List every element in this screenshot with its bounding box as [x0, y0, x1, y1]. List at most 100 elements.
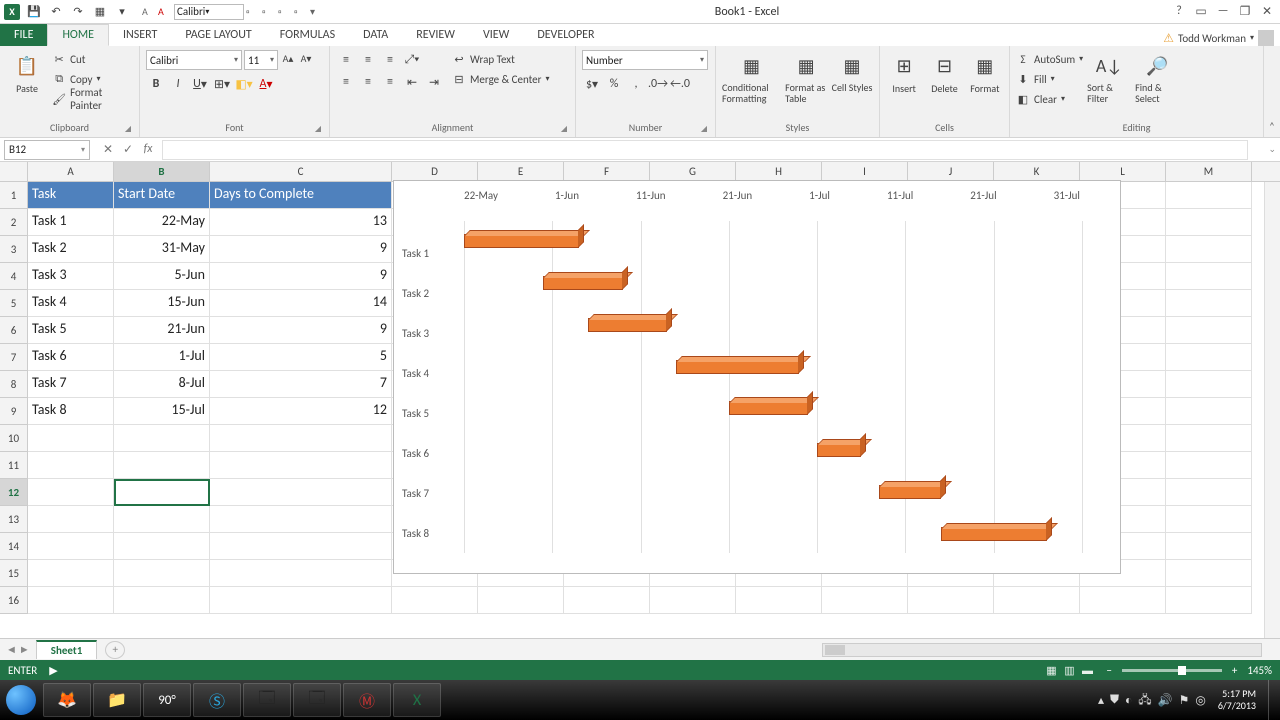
- conditional-formatting-button[interactable]: ▦Conditional Formatting: [722, 50, 781, 104]
- cell[interactable]: [114, 452, 210, 479]
- orientation-icon[interactable]: ⤢▾: [402, 50, 422, 70]
- cell[interactable]: [28, 560, 114, 587]
- decrease-indent-icon[interactable]: ⇤: [402, 72, 422, 92]
- align-bottom-icon[interactable]: ≡: [380, 50, 400, 70]
- qat-font-combo[interactable]: Calibri▾: [174, 4, 244, 20]
- cell[interactable]: [1166, 533, 1252, 560]
- tab-view[interactable]: VIEW: [469, 24, 523, 46]
- cell[interactable]: [28, 452, 114, 479]
- cell[interactable]: Task 7: [28, 371, 114, 398]
- fill-button[interactable]: ⬇Fill▾: [1016, 70, 1083, 88]
- increase-decimal-icon[interactable]: .0→: [648, 74, 668, 94]
- cell[interactable]: [1166, 452, 1252, 479]
- maximize-icon[interactable]: ❐: [1236, 4, 1254, 19]
- cell[interactable]: [478, 587, 564, 614]
- taskbar-firefox[interactable]: 🦊: [43, 683, 91, 717]
- cell[interactable]: [650, 587, 736, 614]
- format-painter-button[interactable]: 🖌Format Painter: [52, 90, 133, 108]
- merge-center-button[interactable]: ⊟Merge & Center▾: [452, 70, 550, 88]
- view-buttons[interactable]: ▦▥▬: [1042, 664, 1096, 677]
- cell[interactable]: 15-Jun: [114, 290, 210, 317]
- taskbar-weather[interactable]: 90°: [143, 683, 191, 717]
- cell[interactable]: [28, 506, 114, 533]
- cell[interactable]: Start Date: [114, 182, 210, 209]
- cell[interactable]: [1166, 344, 1252, 371]
- cell[interactable]: [1080, 587, 1166, 614]
- gantt-chart[interactable]: 22-May1-Jun11-Jun21-Jun1-Jul11-Jul21-Jul…: [393, 180, 1121, 574]
- cell[interactable]: 15-Jul: [114, 398, 210, 425]
- qat-button[interactable]: ▫: [262, 5, 276, 19]
- cell[interactable]: [114, 587, 210, 614]
- tray-up-icon[interactable]: ▴: [1098, 693, 1104, 708]
- increase-indent-icon[interactable]: ⇥: [424, 72, 444, 92]
- italic-button[interactable]: I: [168, 74, 188, 94]
- cancel-formula-icon[interactable]: ✕: [100, 142, 116, 157]
- gantt-bar[interactable]: [817, 443, 861, 457]
- save-icon[interactable]: 💾: [26, 4, 42, 20]
- zoom-in-icon[interactable]: +: [1232, 664, 1237, 677]
- cell[interactable]: 5: [210, 344, 392, 371]
- tray-icon[interactable]: ⛊: [1110, 693, 1119, 707]
- cell[interactable]: Task 2: [28, 236, 114, 263]
- tab-insert[interactable]: INSERT: [109, 24, 171, 46]
- gantt-bar[interactable]: [879, 485, 941, 499]
- name-box[interactable]: B12▾: [4, 140, 90, 160]
- dialog-launcher-icon[interactable]: ◢: [701, 124, 707, 134]
- taskbar-clock[interactable]: 5:17 PM6/7/2013: [1212, 688, 1262, 712]
- clear-button[interactable]: ◧Clear▾: [1016, 90, 1083, 108]
- column-header[interactable]: A: [28, 162, 114, 181]
- column-header[interactable]: B: [114, 162, 210, 181]
- cell[interactable]: 9: [210, 236, 392, 263]
- cell[interactable]: [114, 533, 210, 560]
- close-icon[interactable]: ✕: [1258, 4, 1276, 19]
- cell[interactable]: [114, 506, 210, 533]
- align-center-icon[interactable]: ≡: [358, 72, 378, 92]
- cell[interactable]: [210, 533, 392, 560]
- insert-function-icon[interactable]: fx: [140, 142, 156, 157]
- taskbar-app[interactable]: 🗔: [243, 683, 291, 717]
- font-name-combo[interactable]: Calibri▾: [146, 50, 242, 70]
- cell[interactable]: [210, 560, 392, 587]
- cell[interactable]: 7: [210, 371, 392, 398]
- cell[interactable]: [564, 587, 650, 614]
- cell[interactable]: 21-Jun: [114, 317, 210, 344]
- taskbar-excel[interactable]: X: [393, 683, 441, 717]
- decrease-decimal-icon[interactable]: ←.0: [670, 74, 690, 94]
- cell[interactable]: [1166, 263, 1252, 290]
- cell[interactable]: 12: [210, 398, 392, 425]
- cell[interactable]: 13: [210, 209, 392, 236]
- column-header[interactable]: G: [650, 162, 736, 181]
- tray-icon[interactable]: ◎: [1195, 693, 1205, 708]
- cell[interactable]: [114, 560, 210, 587]
- row-header[interactable]: 14: [0, 533, 28, 560]
- tab-file[interactable]: FILE: [0, 24, 47, 46]
- font-color-button[interactable]: A▾: [256, 74, 276, 94]
- cell[interactable]: Days to Complete: [210, 182, 392, 209]
- qat-button[interactable]: ▦: [92, 4, 108, 20]
- cell[interactable]: [1166, 236, 1252, 263]
- redo-icon[interactable]: ↷: [70, 4, 86, 20]
- row-header[interactable]: 2: [0, 209, 28, 236]
- column-header[interactable]: M: [1166, 162, 1252, 181]
- column-header[interactable]: E: [478, 162, 564, 181]
- align-right-icon[interactable]: ≡: [380, 72, 400, 92]
- insert-cells-button[interactable]: ⊞Insert: [886, 50, 922, 95]
- qat-button[interactable]: ▾: [114, 4, 130, 20]
- cell[interactable]: [210, 452, 392, 479]
- tab-data[interactable]: DATA: [349, 24, 402, 46]
- zoom-out-icon[interactable]: −: [1106, 664, 1111, 677]
- cell[interactable]: [1166, 371, 1252, 398]
- cell[interactable]: [822, 587, 908, 614]
- align-top-icon[interactable]: ≡: [336, 50, 356, 70]
- row-header[interactable]: 3: [0, 236, 28, 263]
- align-left-icon[interactable]: ≡: [336, 72, 356, 92]
- tab-home[interactable]: HOME: [47, 24, 109, 46]
- cell[interactable]: 9: [210, 263, 392, 290]
- worksheet-grid[interactable]: ABCDEFGHIJKLM 1TaskStart DateDays to Com…: [0, 162, 1280, 638]
- taskbar-app[interactable]: 🗔: [293, 683, 341, 717]
- row-header[interactable]: 16: [0, 587, 28, 614]
- gantt-bar[interactable]: [941, 527, 1047, 541]
- decrease-font-icon[interactable]: A: [142, 5, 156, 19]
- dialog-launcher-icon[interactable]: ◢: [315, 124, 321, 134]
- gantt-bar[interactable]: [729, 401, 808, 415]
